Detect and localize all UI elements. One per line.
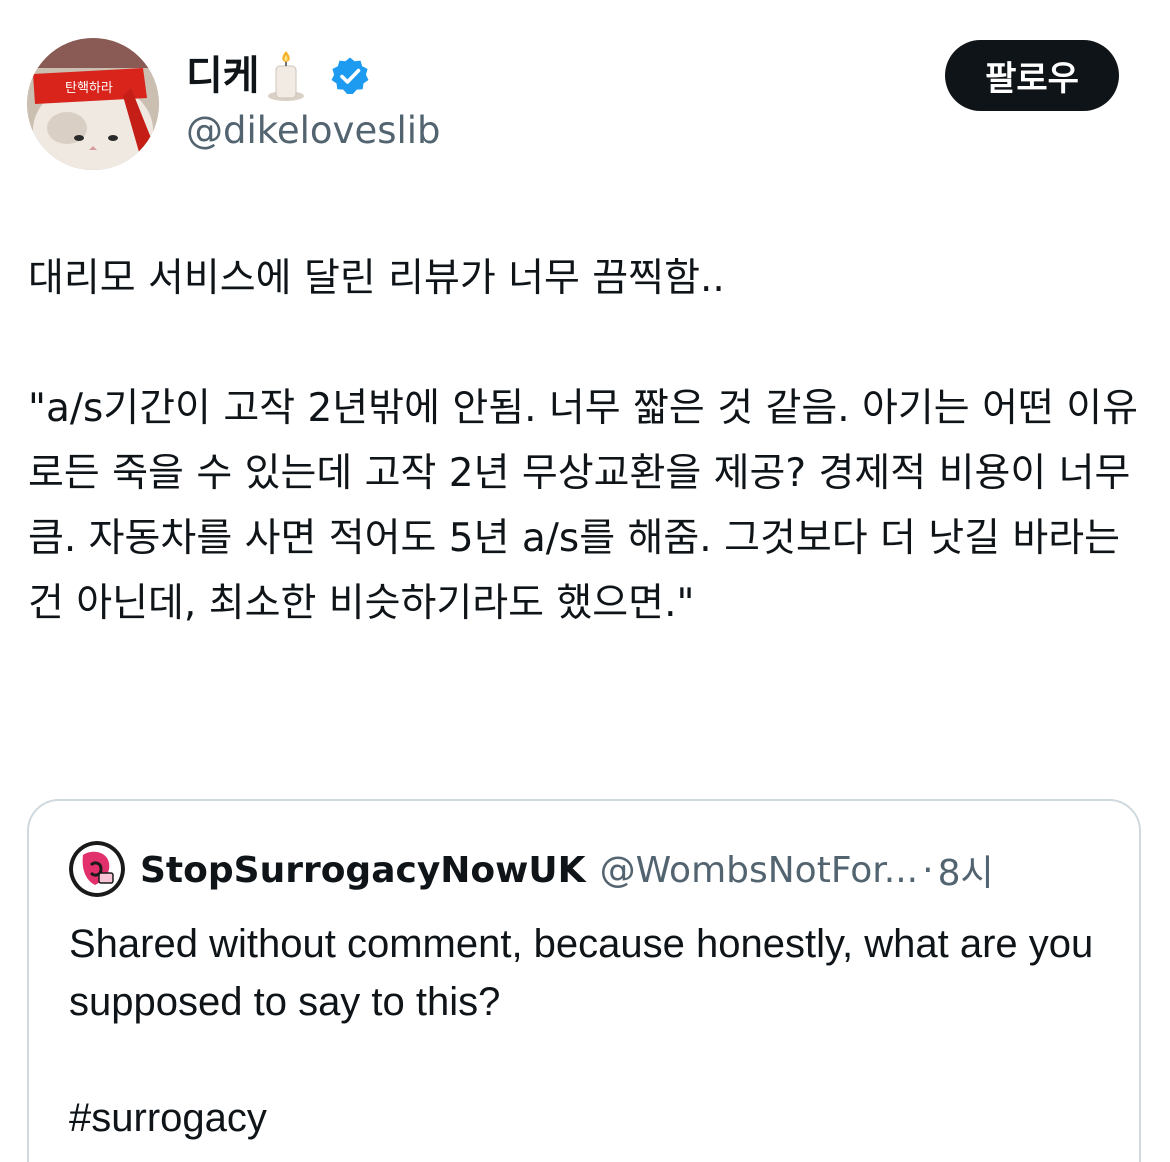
quoted-tweet-card[interactable]: StopSurrogacyNowUK @WombsNotFor... · 8시 … [27, 799, 1141, 1162]
header-separator: · [922, 849, 934, 891]
quoted-tweet-header: StopSurrogacyNowUK @WombsNotFor... · 8시 [140, 841, 994, 899]
author-handle[interactable]: @dikeloveslib [186, 106, 441, 156]
verified-badge-icon[interactable] [330, 56, 370, 96]
quoted-tweet-text: Shared without comment, because honestly… [69, 922, 1094, 1140]
cat-avatar-image: 탄핵하라 [27, 38, 159, 170]
author-avatar[interactable]: 탄핵하라 [27, 38, 159, 170]
quoted-author-name[interactable]: StopSurrogacyNowUK [140, 850, 586, 891]
quoted-tweet-timestamp[interactable]: 8시 [938, 844, 994, 896]
follow-button[interactable]: 팔로우 [945, 40, 1119, 111]
quoted-author-avatar[interactable] [69, 841, 125, 897]
avatar-headband-text: 탄핵하라 [65, 81, 113, 96]
tweet-text: 대리모 서비스에 달린 리뷰가 너무 끔찍함.. "a/s기간이 고작 2년밖에… [28, 256, 1138, 626]
stop-surrogacy-logo-icon [69, 841, 125, 897]
candle-icon [264, 50, 308, 102]
author-name-row[interactable]: 디케 [186, 50, 370, 102]
author-display-name[interactable]: 디케 [186, 50, 260, 102]
quoted-author-handle[interactable]: @WombsNotFor... [600, 850, 919, 891]
